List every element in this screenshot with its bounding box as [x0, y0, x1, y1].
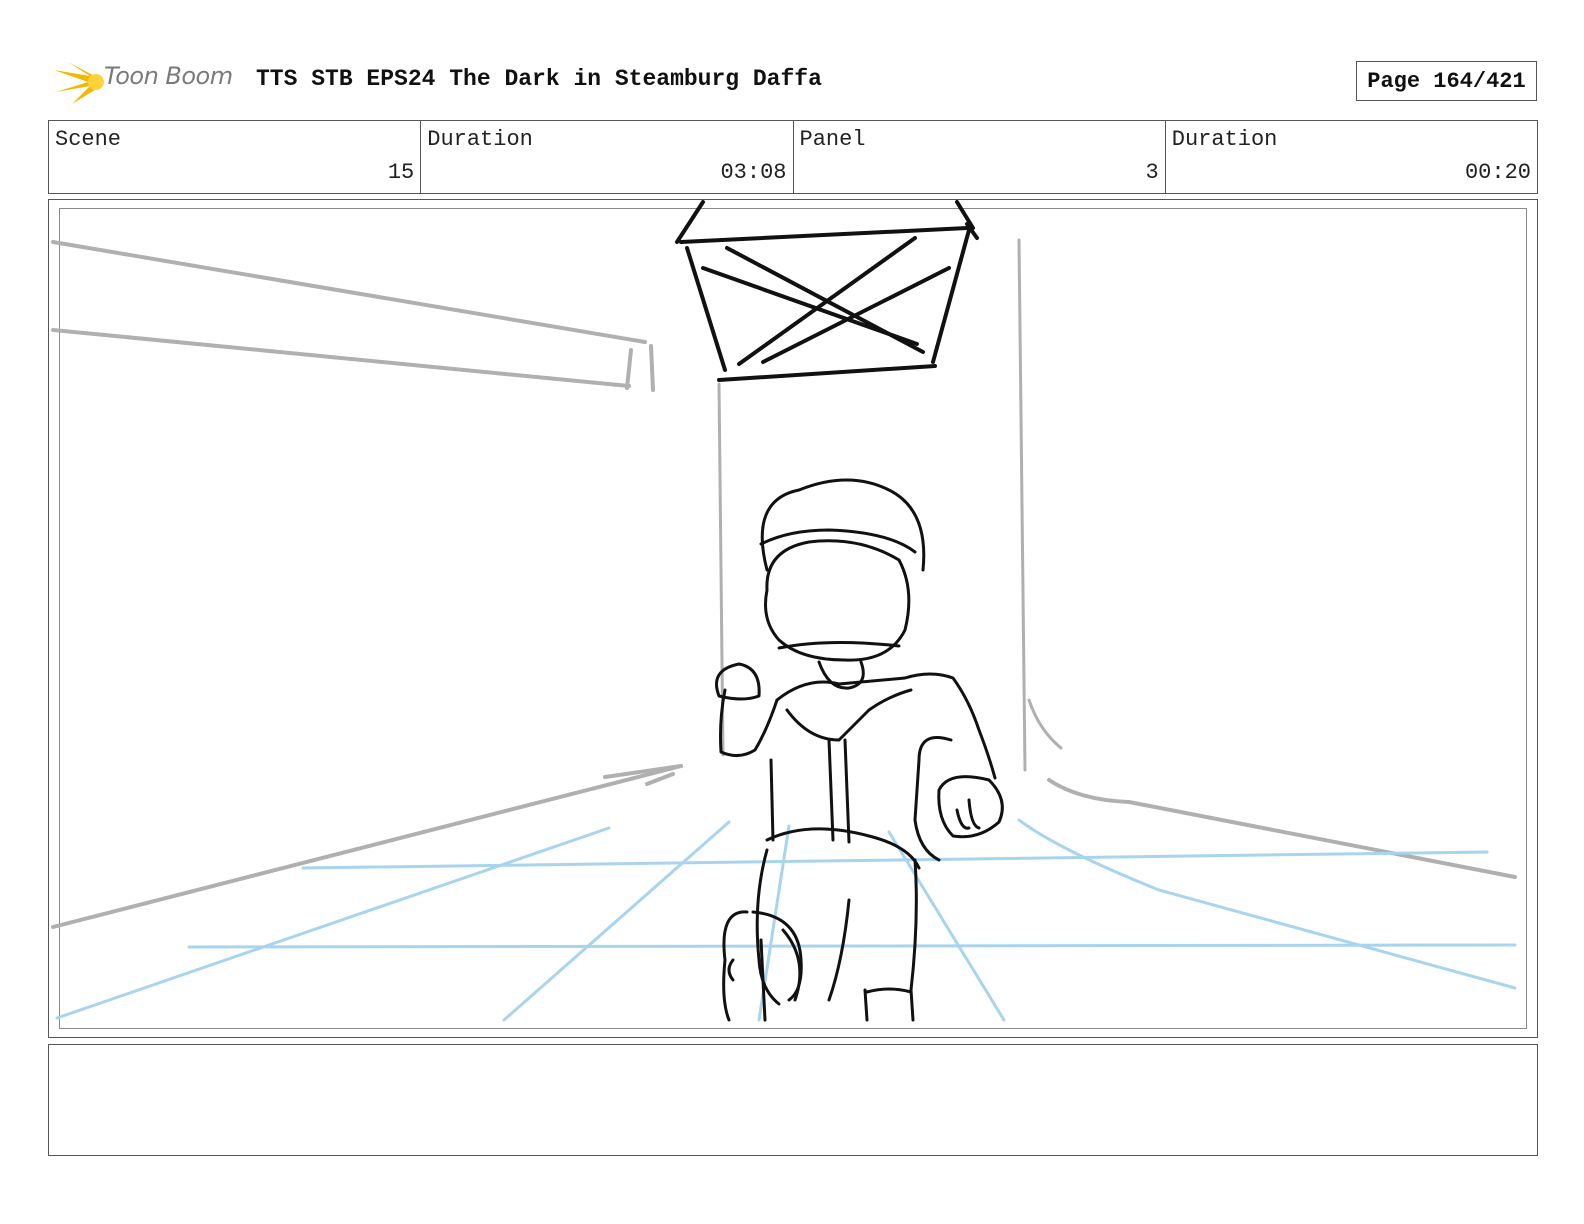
panel-label: Panel [799, 127, 866, 152]
scene-duration-value: 03:08 [720, 160, 787, 185]
panel-value: 3 [1145, 160, 1159, 185]
background-lines [51, 238, 1517, 929]
scene-duration-cell: Duration 03:08 [421, 121, 794, 193]
page-number: Page 164/421 [1356, 61, 1537, 101]
document-title: TTS STB EPS24 The Dark in Steamburg Daff… [256, 66, 822, 92]
starburst-icon [54, 62, 104, 104]
panel-duration-label: Duration [1171, 127, 1278, 152]
scene-value: 15 [387, 160, 415, 185]
scene-cell: Scene 15 [49, 121, 422, 193]
logo-text: Toon Boom [104, 62, 233, 90]
panel-cell: Panel 3 [794, 121, 1166, 193]
hanging-sign [675, 200, 979, 382]
panel-sketch [51, 200, 1517, 1022]
perspective-guides [55, 818, 1517, 1022]
storyboard-panel [48, 199, 1538, 1038]
action-notes-box [48, 1044, 1538, 1156]
panel-duration-value: 00:20 [1464, 160, 1531, 185]
scene-label: Scene [55, 127, 122, 152]
scene-duration-label: Duration [427, 127, 533, 152]
panel-info-row: Scene 15 Duration 03:08 Panel 3 Duration… [48, 120, 1538, 194]
character-sketch [715, 478, 1004, 1022]
panel-duration-cell: Duration 00:20 [1166, 121, 1537, 193]
